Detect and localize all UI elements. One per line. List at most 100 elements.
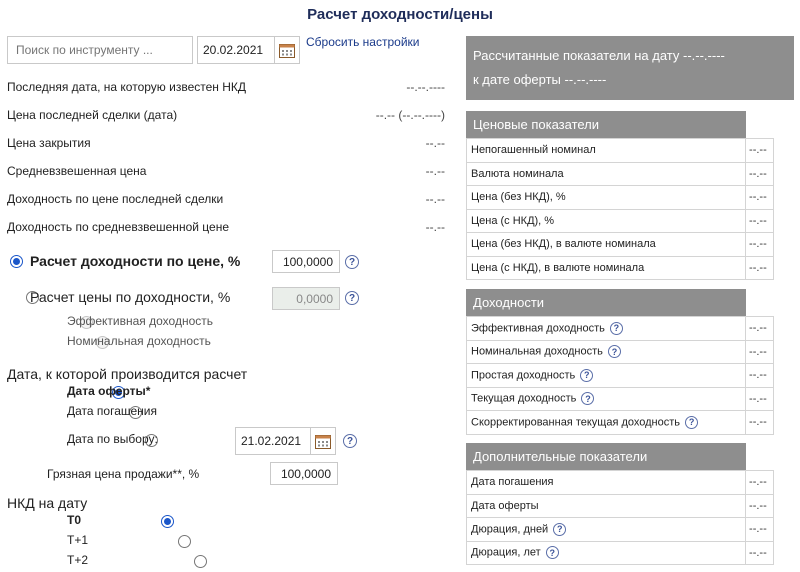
row-label-text: Дюрация, лет: [471, 546, 541, 559]
help-icon[interactable]: ?: [581, 392, 595, 406]
help-icon[interactable]: ?: [609, 321, 623, 335]
row-value: --.--: [745, 232, 774, 257]
info-value: --.--: [425, 164, 445, 178]
info-row: Цена последней сделки (дата) --.-- (--.-…: [7, 108, 445, 128]
nkd-t1-radio[interactable]: [177, 535, 191, 548]
nkd-t1-label: Т+1: [67, 533, 89, 547]
nominal-yield-label: Номинальная доходность: [67, 334, 211, 348]
row-value: --.--: [745, 185, 774, 210]
table-row: Цена (без НКД), в валюте номинала --.--: [465, 232, 774, 257]
dirty-price-label: Грязная цена продажи**, %: [47, 467, 200, 481]
table-row: Цена (без НКД), % --.--: [465, 185, 774, 210]
price-section-title: Ценовые показатели: [466, 111, 746, 138]
info-row: Доходность по средневзвешенной цене --.-…: [7, 220, 445, 240]
row-label: Дата оферты: [465, 493, 747, 518]
info-value: --.--: [425, 220, 445, 234]
table-row: Цена (с НКД), в валюте номинала --.--: [465, 255, 774, 280]
calendar-icon: [279, 43, 295, 58]
row-label-text: Простая доходность: [471, 369, 576, 382]
dirty-price-input[interactable]: 100,0000: [270, 462, 338, 485]
row-label: Эффективная доходность ?: [465, 316, 747, 341]
extra-section-title: Дополнительные показатели: [466, 443, 746, 470]
custom-date-calendar-button[interactable]: [310, 427, 336, 455]
info-label: Цена последней сделки (дата): [7, 108, 178, 122]
info-row: Доходность по цене последней сделки --.-…: [7, 192, 445, 212]
table-row: Простая доходность ? --.--: [465, 363, 774, 388]
row-value: --.--: [745, 540, 774, 565]
row-value: --.--: [745, 316, 774, 341]
row-label: Цена (с НКД), %: [465, 208, 747, 233]
help-icon[interactable]: ?: [343, 434, 357, 448]
row-label: Скорректированная текущая доходность ?: [465, 410, 747, 435]
help-icon[interactable]: ?: [685, 415, 699, 429]
row-label: Дюрация, лет ?: [465, 540, 747, 565]
table-row: Текущая доходность ? --.--: [465, 386, 774, 411]
info-label: Средневзвешенная цена: [7, 164, 147, 178]
info-label: Доходность по цене последней сделки: [7, 192, 224, 206]
calc-by-price-radio[interactable]: [10, 255, 23, 268]
row-label: Дюрация, дней ?: [465, 517, 747, 542]
row-value: --.--: [745, 363, 774, 388]
table-row: Цена (с НКД), % --.--: [465, 208, 774, 233]
row-label: Цена (с НКД), в валюте номинала: [465, 255, 747, 280]
row-label: Валюта номинала: [465, 161, 747, 186]
calendar-icon: [315, 434, 331, 449]
extra-table: Дата погашения --.-- Дата оферты --.-- Дюр…: [465, 470, 774, 565]
help-icon[interactable]: ?: [580, 368, 594, 382]
price-input[interactable]: 100,0000: [272, 250, 340, 273]
help-icon[interactable]: ?: [607, 345, 621, 359]
help-icon[interactable]: ?: [553, 522, 567, 536]
instrument-search-input[interactable]: [7, 36, 193, 64]
price-table: Непогашенный номинал --.-- Валюта номинал…: [465, 138, 774, 280]
info-row: Цена закрытия --.--: [7, 136, 445, 156]
row-label: Дата погашения: [465, 470, 747, 495]
row-label: Номинальная доходность ?: [465, 339, 747, 364]
calc-date-field[interactable]: 20.02.2021: [197, 36, 275, 64]
row-label: Цена (без НКД), %: [465, 185, 747, 210]
row-label: Простая доходность ?: [465, 363, 747, 388]
offer-date-label: Дата оферты*: [67, 384, 151, 398]
row-value: --.--: [745, 339, 774, 364]
row-label-text: Дюрация, дней: [471, 523, 549, 536]
info-value: --.--.----: [406, 80, 445, 94]
calc-by-price-label: Расчет доходности по цене, %: [30, 253, 241, 269]
info-value: --.--: [425, 136, 445, 150]
nkd-t2-radio[interactable]: [194, 555, 208, 568]
results-header-date: Рассчитанные показатели на дату --.--.--…: [473, 48, 725, 63]
row-value: --.--: [745, 410, 774, 435]
results-header-offer: к дате оферты --.--.----: [473, 72, 607, 87]
info-label: Доходность по средневзвешенной цене: [7, 220, 229, 234]
info-label: Цена закрытия: [7, 136, 91, 150]
nkd-t0-label: Т0: [67, 513, 82, 527]
yield-input[interactable]: 0,0000: [272, 287, 340, 310]
table-row: Дата оферты --.--: [465, 493, 774, 518]
calc-by-yield-label: Расчет цены по доходности, %: [30, 289, 231, 305]
effective-yield-label: Эффективная доходность: [67, 314, 214, 328]
table-row: Валюта номинала --.--: [465, 161, 774, 186]
reset-settings-link[interactable]: Сбросить настройки: [306, 35, 419, 49]
table-row: Номинальная доходность ? --.--: [465, 339, 774, 364]
table-row: Дюрация, дней ? --.--: [465, 517, 774, 542]
row-label: Текущая доходность ?: [465, 386, 747, 411]
results-header: Рассчитанные показатели на дату --.--.--…: [466, 36, 794, 100]
custom-date-label: Дата по выбору:: [67, 432, 158, 446]
calendar-button[interactable]: [274, 36, 300, 64]
custom-date-field[interactable]: 21.02.2021: [235, 427, 311, 455]
table-row: Эффективная доходность ? --.--: [465, 316, 774, 341]
row-value: --.--: [745, 208, 774, 233]
page-title: Расчет доходности/цены: [307, 6, 493, 23]
row-label-text: Скорректированная текущая доходность: [471, 416, 681, 429]
row-value: --.--: [745, 517, 774, 542]
row-label: Непогашенный номинал: [465, 138, 747, 163]
nkd-t0-radio[interactable]: [161, 515, 175, 528]
help-icon[interactable]: ?: [545, 546, 559, 560]
row-label-text: Эффективная доходность: [471, 322, 605, 335]
help-icon[interactable]: ?: [345, 291, 359, 305]
yield-section-title: Доходности: [466, 289, 746, 316]
row-value: --.--: [745, 138, 774, 163]
calc-date-label: Дата, к которой производится расчет: [7, 366, 248, 382]
nkd-date-label: НКД на дату: [7, 495, 88, 511]
info-label: Последняя дата, на которую известен НКД: [7, 80, 247, 94]
help-icon[interactable]: ?: [345, 255, 359, 269]
info-row: Средневзвешенная цена --.--: [7, 164, 445, 184]
